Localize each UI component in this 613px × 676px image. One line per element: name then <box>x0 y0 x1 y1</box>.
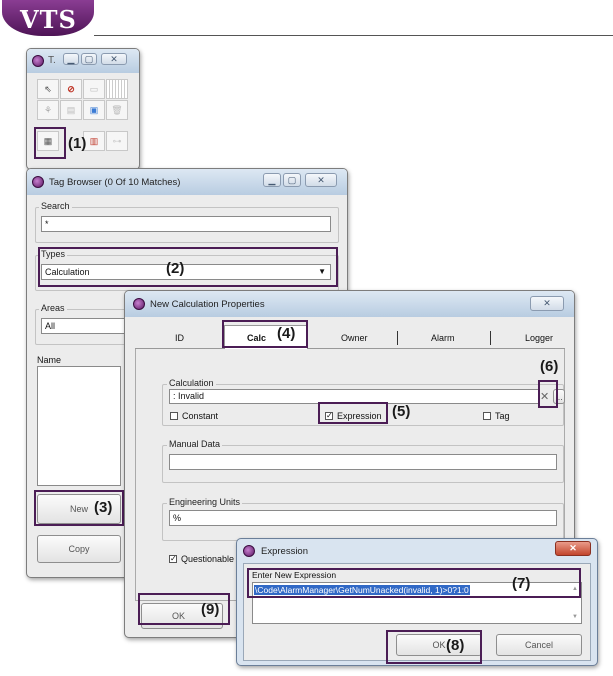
maximize-button[interactable]: ▢ <box>283 173 301 187</box>
page-tool-icon[interactable]: ▭ <box>83 79 105 99</box>
tag-label: Tag <box>495 411 510 421</box>
questionable-label: Questionable <box>181 554 235 564</box>
image-tool-icon[interactable]: ▣ <box>83 100 105 120</box>
calc-properties-title: New Calculation Properties <box>150 299 265 310</box>
callout-7-box <box>247 568 581 598</box>
tag-browser-titlebar: Tag Browser (0 Of 10 Matches) ▁ ▢ ✕ <box>27 169 347 195</box>
link-tool-icon[interactable]: ⚘ <box>37 100 59 120</box>
tag-list[interactable] <box>37 366 121 486</box>
vts-app-icon <box>133 298 145 310</box>
callout-2-box <box>38 247 338 287</box>
callout-3: (3) <box>94 499 113 516</box>
document-tool-icon[interactable]: ▤ <box>60 100 82 120</box>
callout-8-box <box>386 630 482 664</box>
callout-2: (2) <box>166 260 185 277</box>
callout-5-box <box>318 402 388 424</box>
manual-data-input[interactable] <box>169 454 557 470</box>
vts-app-icon <box>243 545 255 557</box>
prohibit-tool-icon[interactable]: ⊘ <box>60 79 82 99</box>
trash-tool-icon[interactable]: 🗑 <box>106 100 128 120</box>
callout-9: (9) <box>201 601 220 618</box>
maximize-button[interactable]: ▢ <box>81 53 97 65</box>
close-button[interactable]: ✕ <box>555 541 591 556</box>
calculation-value: : Invalid <box>173 391 205 401</box>
callout-1: (1) <box>68 135 87 152</box>
constant-checkbox[interactable] <box>170 412 178 420</box>
vts-logo: VTS <box>2 0 94 36</box>
close-button[interactable]: ✕ <box>305 173 337 187</box>
close-button[interactable]: ✕ <box>101 53 127 65</box>
expression-cancel-label: Cancel <box>524 640 553 650</box>
engineering-units-label: Engineering Units <box>167 497 243 507</box>
tag-checkbox[interactable] <box>483 412 491 420</box>
vts-app-icon <box>32 176 44 188</box>
toolbox-title: T. <box>48 55 56 66</box>
callout-6-box <box>538 380 558 408</box>
minimize-button[interactable]: ▁ <box>63 53 79 65</box>
tab-id[interactable]: ID <box>175 333 184 343</box>
search-value: * <box>45 219 49 229</box>
tab-separator <box>397 331 398 345</box>
manual-data-label: Manual Data <box>167 439 223 449</box>
search-label: Search <box>39 201 72 211</box>
tab-logger[interactable]: Logger <box>525 333 553 343</box>
tag-browser-title: Tag Browser (0 Of 10 Matches) <box>49 177 181 188</box>
vts-logo-text: VTS <box>20 5 77 34</box>
copy-button-label: Copy <box>68 544 90 554</box>
toolbox-titlebar: T. ▁ ▢ ✕ <box>27 49 139 73</box>
tab-strip: ID Calc Owner Alarm Logger <box>135 325 565 349</box>
tab-owner[interactable]: Owner <box>341 333 368 343</box>
vts-app-icon <box>32 55 44 67</box>
engineering-units-input[interactable]: % <box>169 510 557 526</box>
callout-4: (4) <box>277 325 296 342</box>
questionable-checkbox[interactable]: ✓ <box>169 555 177 563</box>
pointer-tool-icon[interactable]: ⇖ <box>37 79 59 99</box>
copy-button[interactable]: Copy <box>37 535 121 563</box>
scroll-down-icon[interactable]: ▼ <box>572 614 578 620</box>
callout-7: (7) <box>512 575 531 592</box>
expression-cancel-button[interactable]: Cancel <box>496 634 582 656</box>
calculation-label: Calculation <box>167 378 216 388</box>
grid-tool-icon[interactable] <box>106 79 128 99</box>
callout-6: (6) <box>540 358 559 375</box>
expression-titlebar: Expression ✕ <box>237 539 597 563</box>
areas-label: Areas <box>39 303 67 313</box>
callout-1-box <box>34 127 66 159</box>
minimize-button[interactable]: ▁ <box>263 173 281 187</box>
constant-label: Constant <box>182 411 219 421</box>
callout-8: (8) <box>446 637 465 654</box>
engineering-units-value: % <box>173 513 182 523</box>
expression-title: Expression <box>261 546 308 557</box>
tab-separator <box>490 331 491 345</box>
tab-alarm[interactable]: Alarm <box>431 333 455 343</box>
calc-properties-titlebar: New Calculation Properties ✕ <box>125 291 574 317</box>
name-header: Name <box>37 355 62 365</box>
areas-value: All <box>45 321 56 331</box>
search-input[interactable]: * <box>41 216 331 232</box>
disabled-tool-icon[interactable]: ⊶ <box>106 131 128 151</box>
header-divider <box>94 35 613 36</box>
callout-5: (5) <box>392 403 411 420</box>
close-button[interactable]: ✕ <box>530 296 564 311</box>
